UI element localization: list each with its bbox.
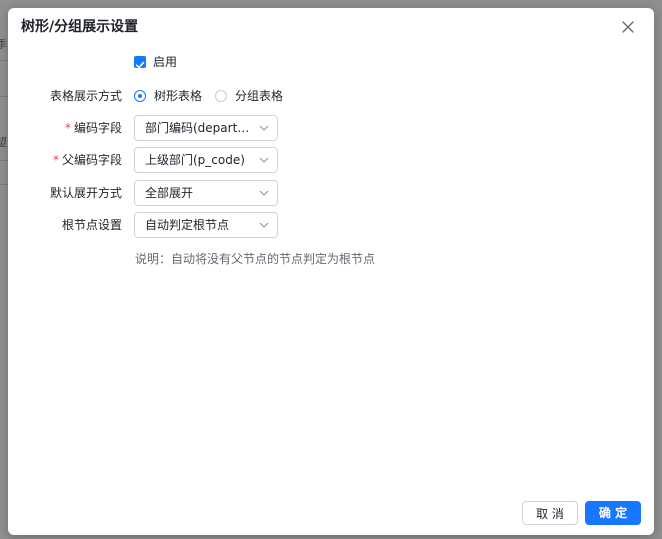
- root-node-row: 根节点设置 自动判定根节点: [8, 212, 654, 238]
- radio-group-table[interactable]: [215, 90, 227, 102]
- radio-group-table-label[interactable]: 分组表格: [235, 83, 283, 109]
- expand-mode-value: 全部展开: [145, 186, 194, 200]
- chevron-down-icon: [259, 125, 269, 131]
- parent-code-field-label: * 父编码字段: [52, 153, 122, 167]
- close-button[interactable]: [618, 17, 638, 37]
- display-mode-label: 表格展示方式: [49, 89, 122, 103]
- root-node-select[interactable]: 自动判定根节点: [134, 212, 278, 238]
- radio-tree-table-label[interactable]: 树形表格: [154, 83, 202, 109]
- tree-group-settings-dialog: 树形/分组展示设置 启用 表格展示方式 树形表格 分组表格 * 编码字段 部门编码…: [8, 8, 654, 535]
- required-mark: *: [52, 153, 59, 167]
- display-mode-row: 表格展示方式 树形表格 分组表格: [8, 83, 654, 109]
- confirm-button[interactable]: 确 定: [585, 501, 641, 525]
- background-divider: [0, 96, 8, 97]
- chevron-down-icon: [259, 190, 269, 196]
- enable-checkbox[interactable]: [134, 56, 146, 69]
- close-icon: [622, 21, 634, 33]
- chevron-down-icon: [259, 222, 269, 228]
- background-page-edge: 季 望: [0, 0, 8, 539]
- root-node-note: 说明：自动将没有父节点的节点判定为根节点: [135, 252, 376, 266]
- parent-code-field-value: 上级部门(p_code): [145, 153, 245, 167]
- background-text: 季: [0, 38, 7, 51]
- code-field-label: * 编码字段: [64, 121, 122, 135]
- root-node-value: 自动判定根节点: [145, 218, 230, 232]
- enable-label: 启用: [153, 55, 178, 69]
- cancel-button[interactable]: 取 消: [522, 501, 578, 525]
- code-field-select[interactable]: 部门编码(departm...: [134, 115, 278, 141]
- required-mark: *: [64, 121, 71, 135]
- code-field-value: 部门编码(departm...: [145, 121, 253, 135]
- parent-code-field-select[interactable]: 上级部门(p_code): [134, 147, 278, 173]
- expand-mode-row: 默认展开方式 全部展开: [8, 180, 654, 206]
- expand-mode-label: 默认展开方式: [49, 186, 122, 200]
- background-divider: [0, 60, 8, 61]
- background-divider: [0, 160, 8, 161]
- background-divider: [0, 184, 8, 185]
- radio-tree-table[interactable]: [134, 90, 146, 102]
- dialog-title: 树形/分组展示设置: [21, 19, 139, 35]
- checkmark-icon: [135, 61, 145, 69]
- expand-mode-select[interactable]: 全部展开: [134, 180, 278, 206]
- parent-code-field-row: * 父编码字段 上级部门(p_code): [8, 147, 654, 173]
- background-text: 望: [0, 136, 7, 149]
- chevron-down-icon: [259, 157, 269, 163]
- code-field-row: * 编码字段 部门编码(departm...: [8, 115, 654, 141]
- root-node-label: 根节点设置: [61, 218, 122, 232]
